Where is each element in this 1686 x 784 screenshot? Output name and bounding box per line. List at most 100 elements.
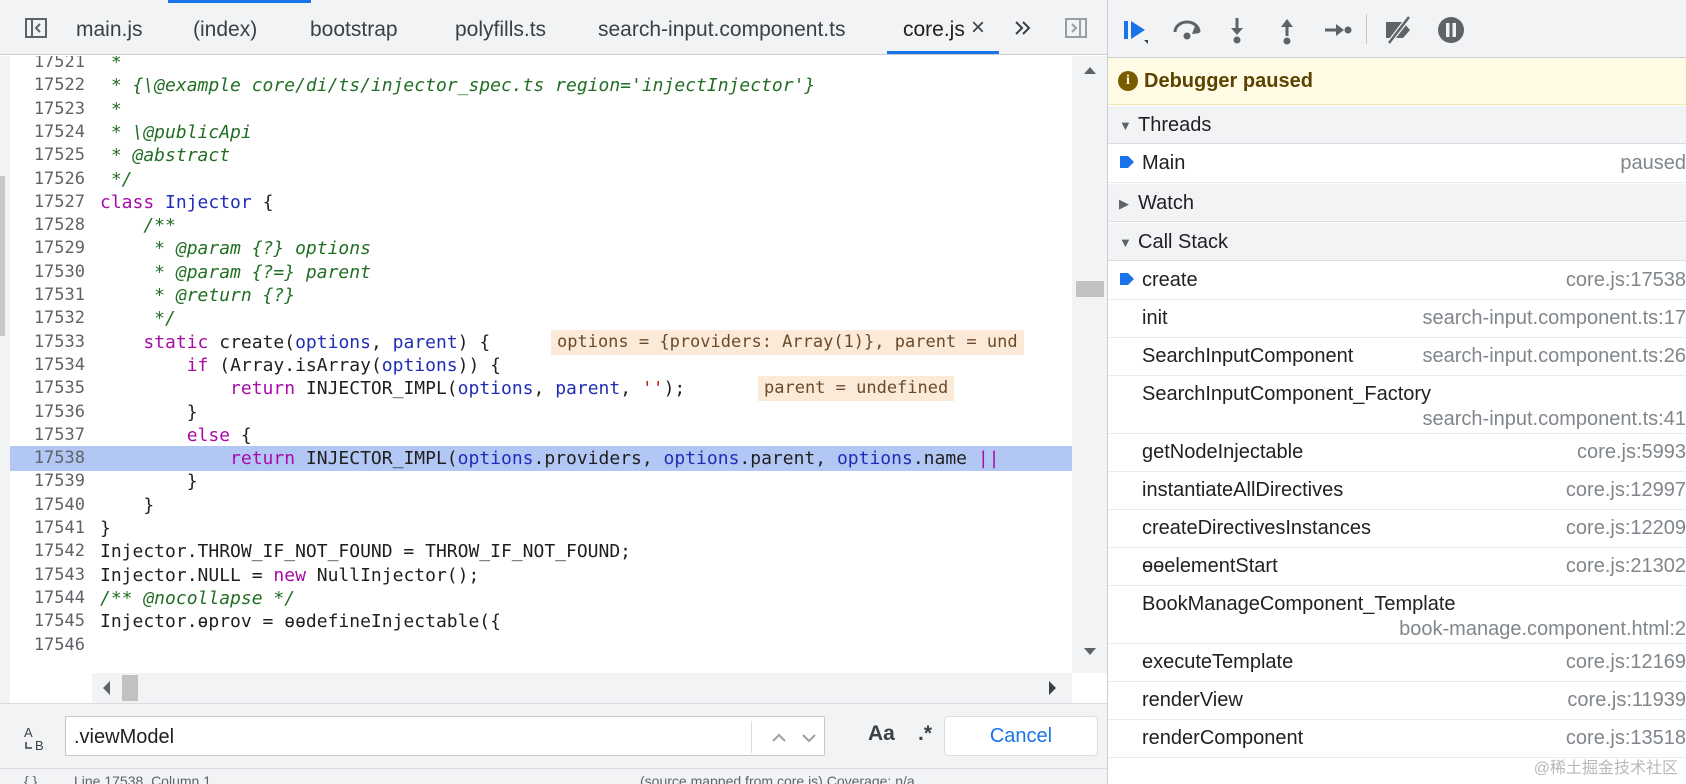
frame-location-link[interactable]: search-input.component.ts:17 [1423,307,1686,330]
code-line[interactable]: 17536 } [10,400,1072,425]
code-line[interactable]: 17537 else { [10,423,1072,448]
call-frame-row[interactable]: init search-input.component.ts:17 [1108,300,1686,338]
tab-bootstrap[interactable]: bootstrap [310,0,398,55]
search-field[interactable] [65,716,825,756]
cancel-button[interactable]: Cancel [944,716,1098,756]
line-number[interactable]: 17536 [10,400,85,425]
line-number[interactable]: 17530 [10,260,85,285]
line-number[interactable]: 17532 [10,306,85,331]
thread-row-main[interactable]: Main paused [1108,145,1686,183]
line-number[interactable]: 17531 [10,283,85,308]
scroll-left-icon[interactable] [100,679,112,697]
line-number[interactable]: 17527 [10,190,85,215]
code-line[interactable]: 17542 Injector.THROW_IF_NOT_FOUND = THROW… [10,539,1072,564]
frame-location-link[interactable]: search-input.component.ts:41 [1423,408,1686,431]
frame-location-link[interactable]: core.js:17538 [1566,269,1686,292]
code-line[interactable]: 17539 } [10,469,1072,494]
call-frame-row[interactable]: SearchInputComponent search-input.compone… [1108,338,1686,376]
vertical-scroll-thumb[interactable] [1076,281,1104,297]
tab-index[interactable]: (index) [193,0,257,55]
line-number[interactable]: 17533 [10,330,85,355]
line-number[interactable]: 17529 [10,236,85,261]
code-line[interactable]: 17527 class Injector { [10,190,1072,215]
resume-icon[interactable] [1120,14,1152,46]
call-frame-row[interactable]: instantiateAllDirectives core.js:12997 [1108,472,1686,510]
frame-location-link[interactable]: core.js:12997 [1566,479,1686,502]
format-icon[interactable]: { } [24,773,37,784]
frame-location-link[interactable]: core.js:21302 [1566,555,1686,578]
frame-location-link[interactable]: core.js:5993 [1577,441,1686,464]
step-over-icon[interactable] [1171,14,1203,46]
frame-location-link[interactable]: search-input.component.ts:26 [1423,345,1686,368]
call-frame-row[interactable]: create core.js:17538 [1108,262,1686,300]
call-frame-row[interactable]: BookManageComponent_Template book-manage.… [1108,586,1686,644]
more-tabs-icon[interactable] [1011,16,1035,40]
match-case-button[interactable]: Aa [868,722,895,746]
step-into-icon[interactable] [1221,14,1253,46]
code-line[interactable]: 17524 * \@publicApi [10,120,1072,145]
line-number[interactable]: 17538 [10,446,85,471]
code-line[interactable]: 17535 return INJECTOR_IMPL(options, pare… [10,376,1072,402]
horizontal-scroll-thumb[interactable] [122,675,138,701]
frame-location-link[interactable]: book-manage.component.html:2 [1399,618,1686,641]
pause-on-exceptions-icon[interactable] [1435,14,1467,46]
deactivate-breakpoints-icon[interactable] [1383,14,1415,46]
code-line[interactable]: 17545 Injector.ɵprov = ɵɵdefineInjectable… [10,609,1072,634]
frame-location-link[interactable]: core.js:11939 [1567,689,1686,712]
line-number[interactable]: 17544 [10,586,85,611]
line-number[interactable]: 17541 [10,516,85,541]
call-frame-row[interactable]: renderComponent core.js:13518 [1108,720,1686,758]
tab-core-js[interactable]: core.js [903,0,965,55]
previous-match-icon[interactable] [768,727,790,749]
code-line[interactable]: 17543 Injector.NULL = new NullInjector(); [10,563,1072,588]
code-editor[interactable]: 17521 * 17522 * {\@example core/di/ts/inj… [10,56,1072,673]
vertical-scrollbar[interactable] [1072,56,1107,673]
call-frame-row[interactable]: renderView core.js:11939 [1108,682,1686,720]
line-number[interactable]: 17539 [10,469,85,494]
next-match-icon[interactable] [798,727,820,749]
call-frame-row[interactable]: executeTemplate core.js:12169 [1108,644,1686,682]
frame-location-link[interactable]: core.js:12209 [1566,517,1686,540]
line-number[interactable]: 17525 [10,143,85,168]
call-frame-row[interactable]: getNodeInjectable core.js:5993 [1108,434,1686,472]
threads-section-header[interactable]: ▼ Threads [1108,106,1686,144]
scroll-right-icon[interactable] [1047,679,1059,697]
call-frame-row[interactable]: SearchInputComponent_Factory search-input… [1108,376,1686,434]
close-tab-icon[interactable]: × [971,14,985,42]
code-line[interactable]: 17544 /** @nocollapse */ [10,586,1072,611]
watch-section-header[interactable]: ▶ Watch [1108,184,1686,222]
tab-polyfills-ts[interactable]: polyfills.ts [455,0,546,55]
frame-location-link[interactable]: core.js:13518 [1566,727,1686,750]
line-number[interactable]: 17528 [10,213,85,238]
line-number[interactable]: 17540 [10,493,85,518]
tab-search-input-component-ts[interactable]: search-input.component.ts [598,0,845,55]
line-number[interactable]: 17535 [10,376,85,401]
line-number[interactable]: 17523 [10,97,85,122]
code-line[interactable]: 17528 /** [10,213,1072,238]
call-frame-row[interactable]: ɵɵelementStart core.js:21302 [1108,548,1686,586]
code-line[interactable]: 17526 */ [10,167,1072,192]
code-line[interactable]: 17522 * {\@example core/di/ts/injector_s… [10,73,1072,98]
call-frame-row[interactable]: createDirectivesInstances core.js:12209 [1108,510,1686,548]
line-number[interactable]: 17522 [10,73,85,98]
current-execution-line[interactable]: 17538 return INJECTOR_IMPL(options.provi… [10,446,1072,472]
line-number[interactable]: 17524 [10,120,85,145]
code-line[interactable]: 17541} [10,516,1072,541]
tab-main-js[interactable]: main.js [76,0,143,55]
code-line[interactable]: 17532 */ [10,306,1072,331]
toggle-debugger-icon[interactable] [1064,16,1088,40]
horizontal-scrollbar[interactable] [92,673,1072,703]
replace-toggle-icon[interactable]: A B [22,724,52,754]
toggle-navigator-icon[interactable] [24,16,48,40]
line-number[interactable]: 17546 [10,633,85,658]
line-number[interactable]: 17521 [10,56,85,75]
step-out-icon[interactable] [1271,14,1303,46]
code-line[interactable]: 17529 * @param {?} options [10,236,1072,261]
code-line[interactable]: 17546 [10,633,1072,658]
line-number[interactable]: 17526 [10,167,85,192]
step-icon[interactable] [1321,14,1353,46]
frame-location-link[interactable]: core.js:12169 [1566,651,1686,674]
line-number[interactable]: 17534 [10,353,85,378]
code-line[interactable]: 17523 * [10,97,1072,122]
search-input[interactable] [74,723,754,751]
